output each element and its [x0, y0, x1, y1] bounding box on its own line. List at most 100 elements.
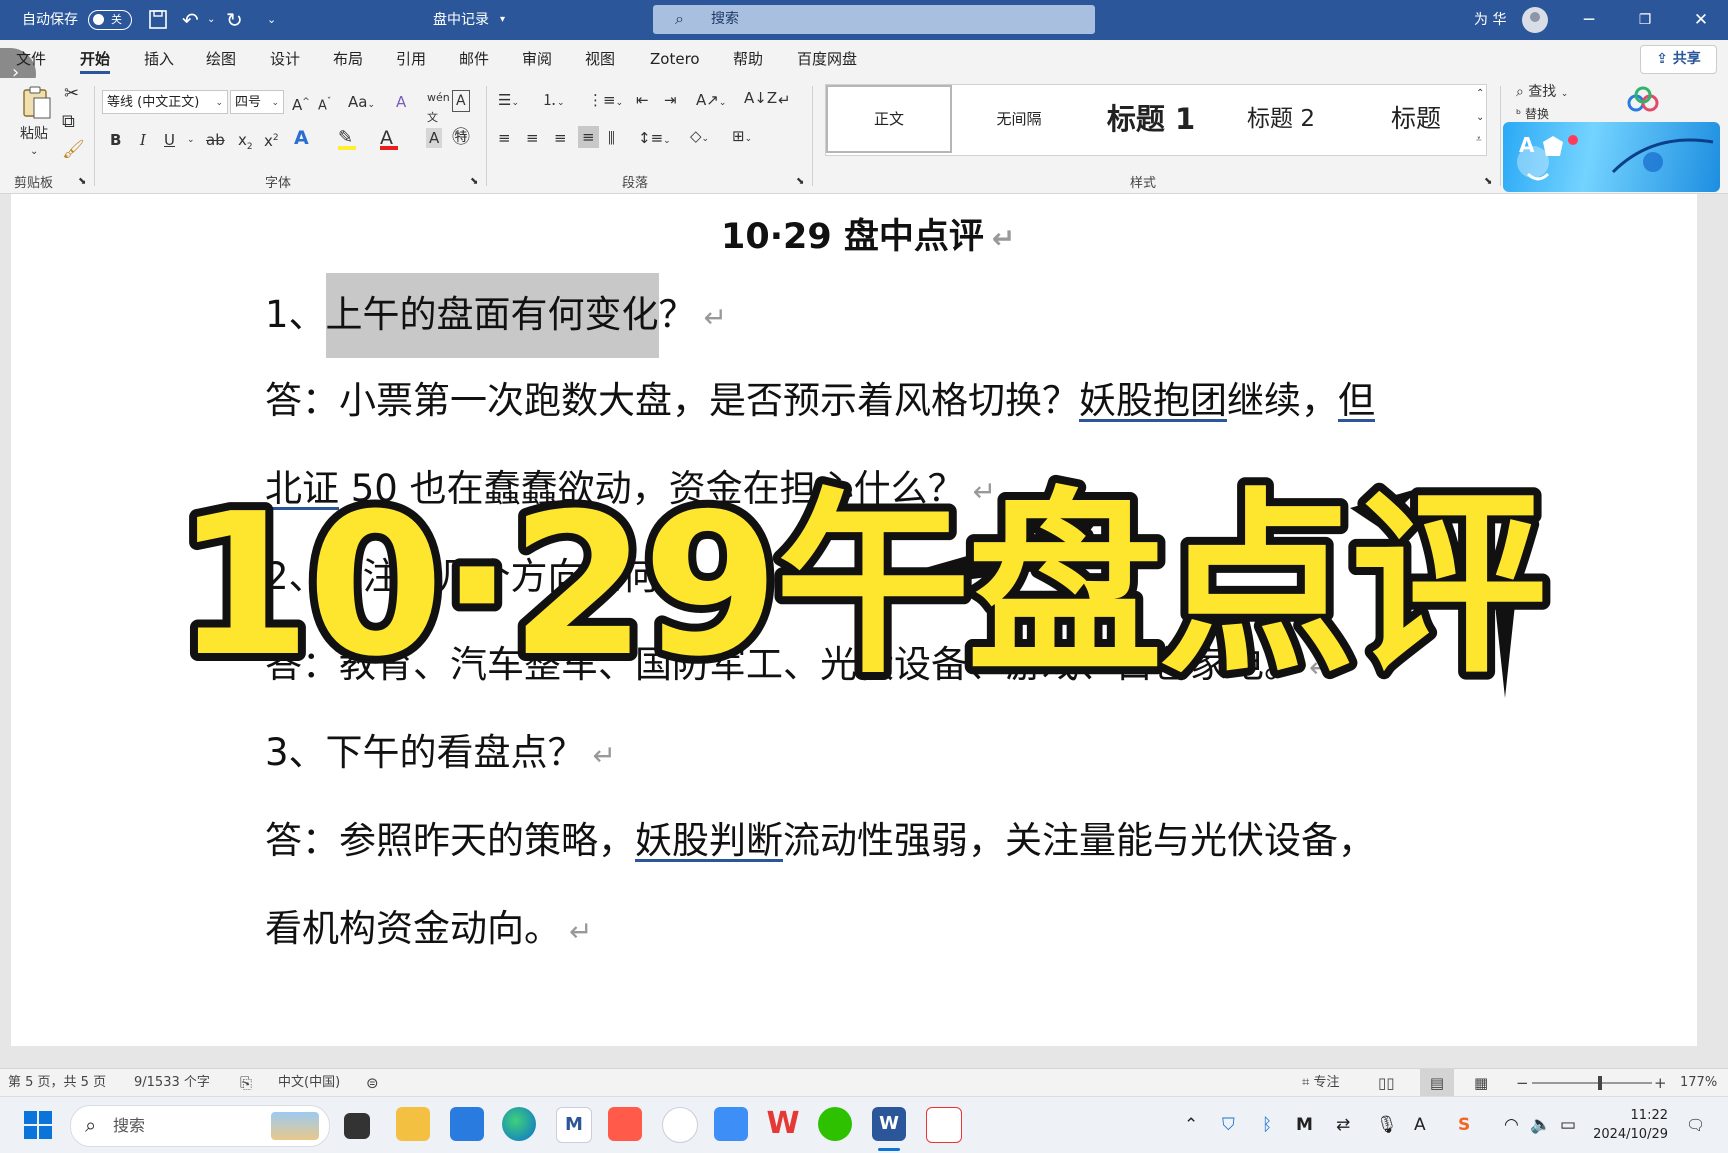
focus-button[interactable]: ⌗ 专注 — [1302, 1069, 1339, 1097]
question-2[interactable]: 2、关注的几个方向如何？ ↵ — [265, 546, 727, 600]
autosave-toggle[interactable]: 关 — [88, 10, 132, 30]
answer-3-line-1[interactable]: 答：参照昨天的策略，妖股判断流动性强弱，关注量能与光伏设备， — [265, 810, 1375, 864]
enclose-icon[interactable]: ㊕ — [452, 128, 470, 148]
answer-2[interactable]: 答：教育、汽车整车、国防军工、光伏设备、游戏、白色家电。 ↵ — [265, 634, 1332, 688]
store-icon[interactable] — [450, 1107, 484, 1141]
tab-draw[interactable]: 绘图 — [206, 40, 236, 78]
close-icon[interactable]: ✕ — [1676, 0, 1726, 40]
tab-view[interactable]: 视图 — [585, 40, 615, 78]
styles-more-icon[interactable]: ⩡ — [1476, 130, 1482, 150]
font-size-select[interactable]: 四号 ⌄ — [230, 90, 284, 114]
save-icon[interactable] — [148, 0, 168, 40]
tab-zotero[interactable]: Zotero — [650, 40, 700, 78]
subscript-icon[interactable]: x2 — [238, 130, 253, 157]
zoom-out-icon[interactable]: − — [1516, 1069, 1529, 1097]
bullets-icon[interactable]: ☰⌄ — [498, 90, 519, 113]
phonetic-guide-icon[interactable]: wén 文 — [427, 88, 450, 128]
wps-icon[interactable]: W — [766, 1107, 800, 1141]
zoom-slider[interactable] — [1532, 1076, 1652, 1090]
tab-references[interactable]: 引用 — [396, 40, 426, 78]
tab-design[interactable]: 设计 — [270, 40, 300, 78]
restore-icon[interactable]: ❐ — [1620, 0, 1670, 40]
format-painter-icon[interactable]: 🖌 — [62, 140, 85, 160]
justify-icon[interactable]: ≡ — [578, 126, 599, 148]
multilevel-list-icon[interactable]: ⋮≡⌄ — [588, 90, 623, 113]
title-search-box[interactable]: ⌕ 搜索 — [653, 5, 1095, 34]
zoom-in-icon[interactable]: + — [1654, 1069, 1667, 1097]
align-right-icon[interactable]: ≡ — [554, 128, 567, 148]
sort-icon[interactable]: A↓Z — [744, 88, 777, 108]
tab-mailings[interactable]: 邮件 — [459, 40, 489, 78]
doc-title[interactable]: 10·29 盘中点评 ↵ — [721, 208, 1015, 259]
question-1[interactable]: 1、上午的盘面有何变化？ ↵ — [265, 273, 727, 358]
wechat-icon[interactable] — [818, 1107, 852, 1141]
shrink-font-icon[interactable]: Aˇ — [318, 92, 331, 116]
question-3[interactable]: 3、下午的看盘点？ ↵ — [265, 722, 616, 776]
style-normal[interactable]: 正文 — [826, 85, 952, 153]
superscript-icon[interactable]: x2 — [264, 128, 279, 151]
highlight-color-icon[interactable]: ✎ — [338, 128, 356, 150]
chevron-up-icon[interactable]: ⌃ — [1184, 1097, 1198, 1153]
style-no-spacing[interactable]: 无间隔 — [956, 85, 1082, 153]
borders-icon[interactable]: ⊞⌄ — [732, 126, 752, 149]
word-count[interactable]: 9/1533 个字 — [134, 1069, 210, 1097]
zoom-slider-thumb[interactable] — [1598, 1076, 1602, 1090]
user-name[interactable]: 为 华 — [1474, 0, 1506, 40]
tab-baidu-netdisk[interactable]: 百度网盘 — [797, 40, 857, 78]
styles-scroll-up-icon[interactable]: ⌃ — [1476, 84, 1484, 104]
tab-layout[interactable]: 布局 — [333, 40, 363, 78]
answer-1-line-1[interactable]: 答：小票第一次跑数大盘，是否预示着风格切换？妖股抱团继续，但 — [265, 370, 1375, 424]
text-direction-icon[interactable]: A↗⌄ — [696, 90, 726, 113]
file-explorer-icon[interactable] — [396, 1107, 430, 1141]
styles-scroll-down-icon[interactable]: ⌄ — [1476, 108, 1484, 128]
font-launcher-icon[interactable]: ⬊ — [470, 172, 478, 192]
clear-format-icon[interactable]: A — [396, 92, 406, 112]
bold-icon[interactable]: B — [110, 130, 121, 150]
italic-icon[interactable]: I — [140, 130, 146, 150]
underline-dropdown-icon[interactable]: ⌄ — [187, 130, 195, 150]
microphone-icon[interactable]: 🎙 — [1376, 1097, 1398, 1153]
task-view-icon[interactable] — [344, 1113, 370, 1139]
title-dropdown-icon[interactable]: ▾ — [500, 0, 505, 40]
font-name-select[interactable]: 等线 (中文正文) ⌄ — [102, 90, 228, 114]
increase-indent-icon[interactable]: ⇥ — [664, 90, 677, 110]
settings-slider-icon[interactable]: ⇄ — [1336, 1097, 1350, 1153]
undo-dropdown-icon[interactable]: ⌄ — [207, 0, 215, 40]
font-tray-icon[interactable]: A — [1414, 1097, 1426, 1153]
tab-review[interactable]: 审阅 — [522, 40, 552, 78]
style-heading-2[interactable]: 标题 2 — [1216, 85, 1346, 153]
numbering-icon[interactable]: ⒈⌄ — [542, 90, 565, 113]
tab-insert[interactable]: 插入 — [144, 40, 174, 78]
strikethrough-icon[interactable]: ab — [206, 130, 225, 150]
paste-dropdown-icon[interactable]: ⌄ — [30, 142, 38, 162]
minimize-icon[interactable]: ─ — [1564, 0, 1614, 40]
replace-button[interactable]: ᵇ 替换 — [1516, 104, 1549, 124]
clipboard-launcher-icon[interactable]: ⬊ — [78, 172, 86, 192]
paragraph-launcher-icon[interactable]: ⬊ — [796, 172, 804, 192]
find-button[interactable]: ⌕ 查找 ⌄ — [1516, 82, 1568, 104]
change-case-icon[interactable]: Aa⌄ — [348, 92, 375, 115]
style-title[interactable]: 标题 — [1351, 85, 1481, 153]
customize-toolbar-icon[interactable]: ⌄ — [267, 0, 276, 40]
stock-app-icon[interactable]: M — [556, 1107, 592, 1143]
bluetooth-icon[interactable]: ᛒ — [1262, 1097, 1272, 1153]
cards-app-icon[interactable] — [926, 1107, 962, 1143]
baidu-netdisk-icon[interactable] — [1626, 86, 1660, 114]
huawei-app-icon[interactable] — [608, 1107, 642, 1141]
browser-icon[interactable] — [662, 1107, 698, 1143]
proofing-icon[interactable]: ⎘ — [240, 1069, 252, 1097]
copy-icon[interactable]: ⧉ — [62, 112, 75, 132]
text-effects-icon[interactable]: A — [294, 128, 309, 148]
document-page[interactable]: 10·29 盘中点评 ↵ 1、上午的盘面有何变化？ ↵ 答：小票第一次跑数大盘，是否… — [11, 194, 1697, 1046]
share-button[interactable]: ⇪ 共享 — [1640, 45, 1717, 74]
accessibility-icon[interactable]: ⊜ — [366, 1069, 379, 1097]
style-heading-1[interactable]: 标题 1 — [1086, 85, 1216, 153]
cut-icon[interactable]: ✂ — [64, 84, 79, 104]
paste-icon[interactable] — [18, 84, 54, 120]
distributed-icon[interactable]: ⫼ — [608, 128, 615, 148]
web-layout-icon[interactable]: ▦ — [1474, 1069, 1488, 1097]
notification-icon[interactable]: 🗨 — [1686, 1097, 1705, 1153]
tab-help[interactable]: 帮助 — [733, 40, 763, 78]
taskbar-search[interactable]: ⌕ 搜索 — [70, 1105, 330, 1147]
print-layout-icon[interactable]: ▤ — [1420, 1069, 1454, 1097]
